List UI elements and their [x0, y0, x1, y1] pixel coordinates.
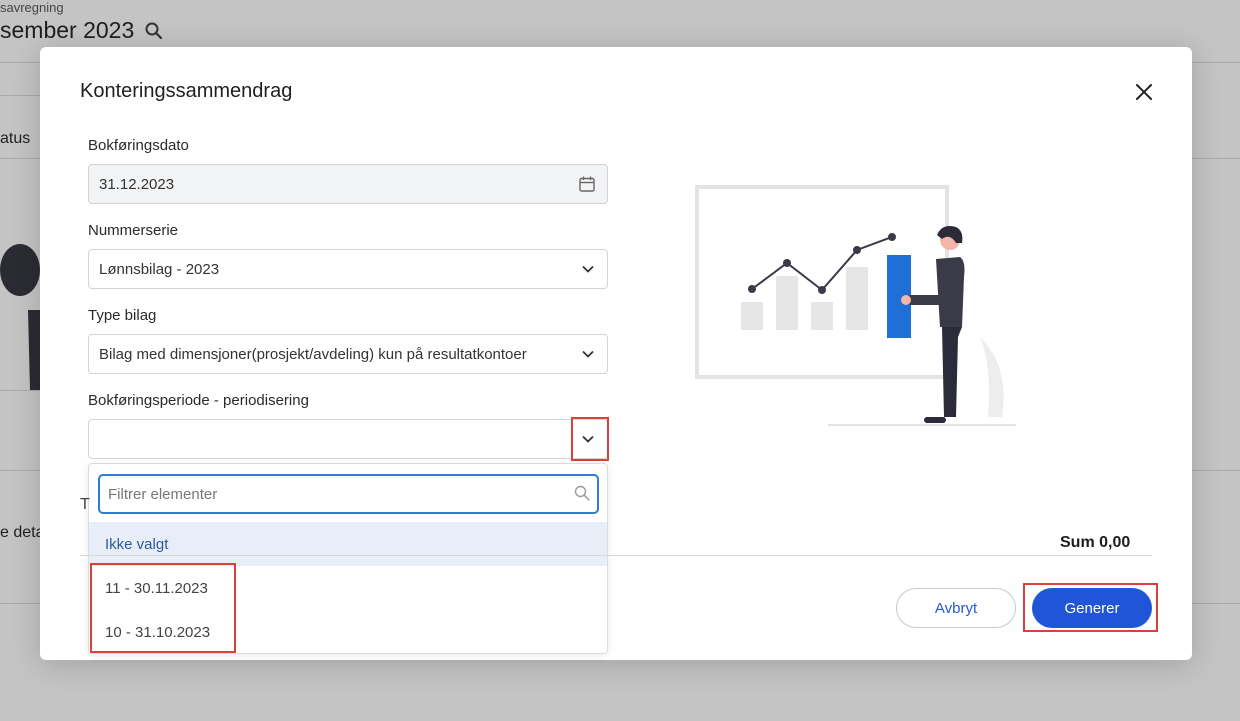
dialog-title: Konteringssammendrag [80, 80, 293, 102]
cancel-button[interactable]: Avbryt [896, 588, 1016, 628]
background-subtitle: savregning [0, 0, 64, 15]
booking-date-field[interactable]: 31.12.2023 [88, 164, 608, 204]
posting-summary-dialog: Konteringssammendrag Bokføringsdato 31.1… [40, 47, 1192, 660]
number-series-label: Nummerserie [88, 222, 179, 239]
period-label: Bokføringsperiode - periodisering [88, 392, 309, 409]
voucher-type-value: Bilag med dimensjoner(prosjekt/avdeling)… [99, 345, 527, 363]
generate-button-highlight [1023, 583, 1158, 632]
voucher-type-select[interactable]: Bilag med dimensjoner(prosjekt/avdeling)… [88, 334, 608, 374]
background-divider [0, 95, 40, 96]
background-title-text: sember 2023 [0, 17, 135, 43]
chart-presentation-illustration [695, 185, 1016, 426]
background-title: sember 2023 [0, 17, 164, 44]
background-status-label: atus [0, 130, 31, 147]
number-series-select[interactable]: Lønnsbilag - 2023 [88, 249, 608, 289]
background-illustration [0, 240, 40, 395]
filter-input[interactable] [98, 474, 599, 514]
period-chevron-highlight [571, 417, 609, 461]
search-icon [574, 485, 590, 501]
search-icon[interactable] [144, 21, 164, 41]
period-select[interactable] [88, 419, 608, 459]
booking-date-label: Bokføringsdato [88, 137, 189, 154]
background-detail-label: e deta [0, 524, 45, 541]
calendar-icon[interactable] [578, 175, 596, 193]
period-options-highlight [90, 563, 236, 653]
sum-total: Sum 0,00 [1060, 534, 1131, 551]
booking-date-value: 31.12.2023 [99, 175, 175, 193]
voucher-type-label: Type bilag [88, 307, 157, 324]
option-not-selected[interactable]: Ikke valgt [89, 522, 607, 566]
chevron-down-icon [582, 350, 594, 358]
footer-divider [80, 555, 1152, 556]
background-divider [0, 390, 40, 391]
table-label: T [80, 496, 90, 513]
chevron-down-icon [582, 265, 594, 273]
close-icon[interactable] [1132, 80, 1156, 104]
number-series-value: Lønnsbilag - 2023 [99, 260, 220, 278]
